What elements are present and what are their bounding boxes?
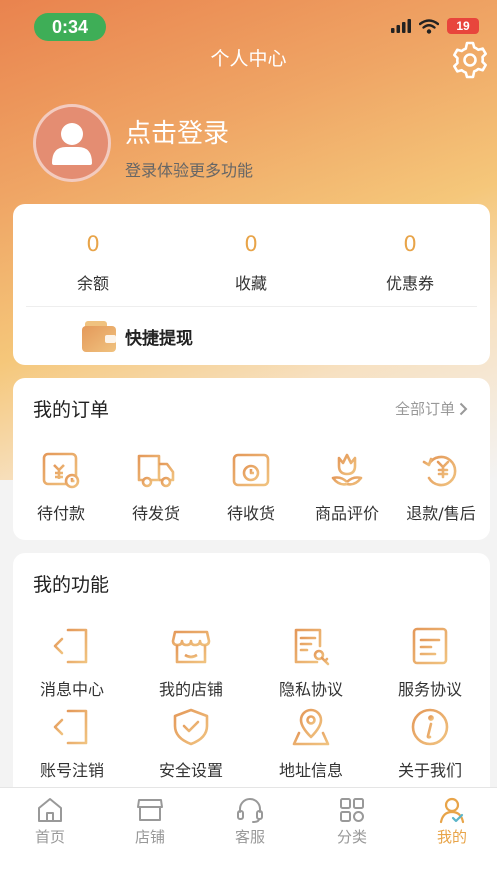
func-privacy-agreement[interactable]: 隐私协议 (263, 626, 359, 700)
order-pending-receipt-label: 待收货 (226, 504, 275, 523)
balance-label: 余额 (76, 274, 109, 293)
tab-store[interactable]: 店铺 (110, 796, 190, 847)
battery-indicator: 19 (447, 18, 479, 34)
category-icon (340, 798, 364, 822)
avatar[interactable] (33, 104, 111, 182)
all-orders-label: 全部订单 (394, 400, 455, 418)
func-message-center[interactable]: 消息中心 (24, 626, 120, 700)
func-message-center-label: 消息中心 (39, 680, 104, 699)
order-pending-payment[interactable]: 待付款 (13, 450, 109, 524)
status-time: 0:34 (34, 13, 106, 41)
shield-check-icon (173, 708, 209, 746)
login-title[interactable]: 点击登录 (125, 113, 229, 150)
order-review-label: 商品评价 (314, 504, 379, 523)
functions-card: 我的功能 消息中心 我的店铺 隐私协议 服务协议 账号注销 安全设置 地址信息 … (13, 553, 490, 788)
person-icon (439, 797, 465, 824)
order-pending-shipment[interactable]: 待发货 (108, 450, 204, 524)
home-icon (38, 798, 62, 822)
chevron-right-icon (459, 402, 468, 415)
orders-title: 我的订单 (33, 399, 110, 421)
func-about-us[interactable]: 关于我们 (382, 707, 478, 781)
func-address-info[interactable]: 地址信息 (263, 707, 359, 781)
wifi-icon (419, 18, 439, 34)
user-icon (52, 123, 92, 165)
order-refund[interactable]: 退款/售后 (393, 450, 489, 524)
favorites-label: 收藏 (234, 274, 267, 293)
tab-customer-service[interactable]: 客服 (210, 796, 290, 847)
assets-card: 0 余额 0 收藏 0 优惠券 快捷提现 (13, 204, 490, 365)
balance-value: 0 (86, 232, 100, 256)
orders-card: 我的订单 全部订单 待付款 待发货 待收货 商品评价 退款/售后 (13, 378, 490, 540)
signal-icon (391, 19, 411, 33)
divider (26, 306, 477, 307)
truck-icon (137, 454, 175, 488)
info-icon (411, 708, 449, 746)
favorites-value: 0 (244, 232, 258, 256)
func-privacy-agreement-label: 隐私协议 (278, 680, 343, 699)
document-icon (412, 627, 448, 665)
status-bar: 0:34 19 (0, 0, 497, 50)
login-subtitle: 登录体验更多功能 (125, 161, 254, 180)
page-title: 个人中心 (210, 48, 287, 70)
gear-icon[interactable] (448, 38, 492, 82)
clock-box-icon (232, 453, 270, 487)
tab-mine-label: 我的 (436, 828, 467, 846)
favorites-stat[interactable]: 0 收藏 (171, 232, 331, 294)
headset-icon (237, 798, 263, 823)
functions-title: 我的功能 (33, 574, 110, 596)
tab-store-label: 店铺 (134, 828, 165, 846)
quick-withdraw-button[interactable]: 快捷提现 (81, 318, 193, 354)
tulip-icon (331, 453, 363, 486)
quick-withdraw-label: 快捷提现 (125, 328, 193, 349)
order-pending-receipt[interactable]: 待收货 (203, 450, 299, 524)
balance-stat[interactable]: 0 余额 (13, 232, 173, 294)
refund-icon (422, 455, 457, 487)
tab-home-label: 首页 (34, 828, 65, 846)
tab-category[interactable]: 分类 (312, 796, 392, 847)
exit-icon (53, 709, 88, 745)
func-security-settings[interactable]: 安全设置 (143, 707, 239, 781)
all-orders-link[interactable]: 全部订单 (395, 398, 468, 419)
order-pending-payment-label: 待付款 (36, 504, 85, 523)
location-pin-icon (292, 708, 330, 746)
coupons-stat[interactable]: 0 优惠券 (330, 232, 490, 294)
order-pending-shipment-label: 待发货 (131, 504, 180, 523)
pending-payment-icon (42, 452, 80, 489)
shop-icon (137, 799, 163, 821)
tab-category-label: 分类 (336, 828, 367, 846)
func-security-settings-label: 安全设置 (158, 761, 223, 780)
wallet-icon (82, 321, 116, 352)
coupons-label: 优惠券 (385, 274, 434, 293)
exit-icon (53, 628, 88, 664)
store-icon (171, 630, 211, 664)
coupons-value: 0 (403, 232, 417, 256)
func-about-us-label: 关于我们 (397, 761, 462, 780)
tab-customer-service-label: 客服 (234, 828, 265, 846)
func-account-cancellation-label: 账号注销 (39, 761, 104, 780)
order-refund-label: 退款/售后 (406, 504, 476, 523)
func-address-info-label: 地址信息 (278, 761, 343, 780)
order-review[interactable]: 商品评价 (299, 450, 395, 524)
func-service-agreement[interactable]: 服务协议 (382, 626, 478, 700)
tab-bar: 首页 店铺 客服 分类 我的 (0, 787, 497, 883)
tab-mine[interactable]: 我的 (412, 796, 492, 847)
document-key-icon (294, 628, 330, 666)
func-account-cancellation[interactable]: 账号注销 (24, 707, 120, 781)
tab-home[interactable]: 首页 (10, 796, 90, 847)
func-service-agreement-label: 服务协议 (397, 680, 462, 699)
func-my-store[interactable]: 我的店铺 (143, 626, 239, 700)
func-my-store-label: 我的店铺 (158, 680, 223, 699)
